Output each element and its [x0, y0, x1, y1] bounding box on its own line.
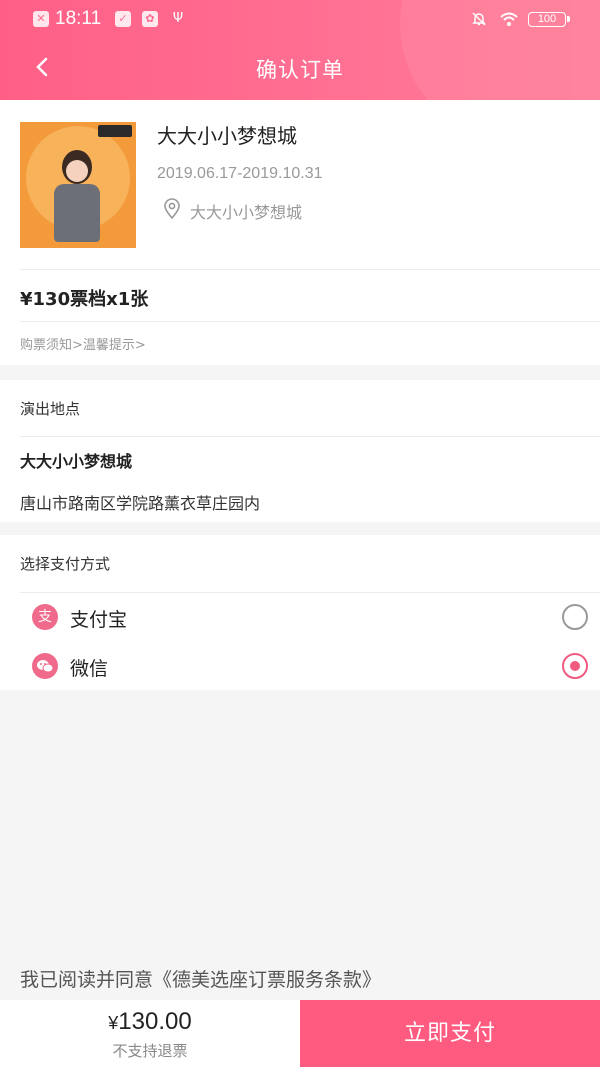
status-bar: ✕ 18:11 ✓ ✿ Ψ 100 — [0, 0, 600, 40]
poster-figure-body — [54, 184, 100, 242]
total-price: ¥130.00 — [0, 1008, 300, 1036]
event-title: 大大小小梦想城 — [157, 124, 297, 148]
ticket-summary: ¥130票档x1张 — [20, 289, 149, 310]
location-name: 大大小小梦想城 — [20, 452, 133, 471]
location-pin-icon — [162, 198, 182, 220]
wechat-radio[interactable] — [562, 653, 588, 679]
ticket-notice-link[interactable]: 购票须知>温馨提示> — [20, 334, 146, 353]
divider — [20, 321, 600, 322]
location-address: 唐山市路南区学院路薰衣草庄园内 — [20, 494, 261, 513]
navigation-bar: 确认订单 — [0, 40, 600, 98]
payment-option-label: 支付宝 — [70, 609, 128, 631]
location-card: 演出地点 大大小小梦想城 唐山市路南区学院路薰衣草庄园内 — [0, 380, 600, 522]
poster-figure-face — [66, 160, 88, 182]
status-time: 18:11 — [55, 8, 102, 29]
app-notification-icon: ✿ — [142, 11, 158, 27]
divider — [20, 269, 600, 270]
event-card: 大大小小梦想城 2019.06.17-2019.10.31 大大小小梦想城 ¥1… — [0, 100, 600, 365]
alipay-icon: 支 — [32, 604, 58, 630]
currency-symbol: ¥ — [108, 1013, 119, 1033]
wechat-icon — [32, 653, 58, 679]
battery-indicator: 100 — [528, 12, 570, 27]
alipay-radio[interactable] — [562, 604, 588, 630]
event-date-range: 2019.06.17-2019.10.31 — [157, 165, 323, 182]
divider — [20, 436, 600, 437]
event-venue: 大大小小梦想城 — [190, 203, 303, 222]
header-bar: ✕ 18:11 ✓ ✿ Ψ 100 确认订单 — [0, 0, 600, 100]
mute-bell-icon — [471, 11, 487, 27]
wifi-icon — [499, 11, 519, 27]
refund-note: 不支持退票 — [112, 1042, 188, 1060]
payment-option-alipay[interactable]: 支 支付宝 — [0, 593, 600, 641]
event-poster-image[interactable] — [20, 122, 136, 248]
usb-icon: Ψ — [172, 11, 184, 26]
page-title: 确认订单 — [256, 58, 344, 82]
notification-x-icon: ✕ — [33, 11, 49, 27]
payment-section-label: 选择支付方式 — [20, 555, 111, 573]
terms-agreement-link[interactable]: 我已阅读并同意《德美选座订票服务条款》 — [20, 965, 381, 992]
price-amount: 130.00 — [118, 1008, 192, 1035]
payment-option-label: 微信 — [70, 658, 109, 680]
pay-now-button[interactable]: 立即支付 — [300, 1000, 600, 1067]
location-section-label: 演出地点 — [20, 400, 81, 418]
poster-banner — [98, 125, 132, 137]
payment-option-wechat[interactable]: 微信 — [0, 642, 600, 690]
checkout-bar: ¥130.00 不支持退票 立即支付 — [0, 1000, 600, 1067]
mail-check-icon: ✓ — [115, 11, 131, 27]
payment-card: 选择支付方式 支 支付宝 微信 — [0, 535, 600, 690]
